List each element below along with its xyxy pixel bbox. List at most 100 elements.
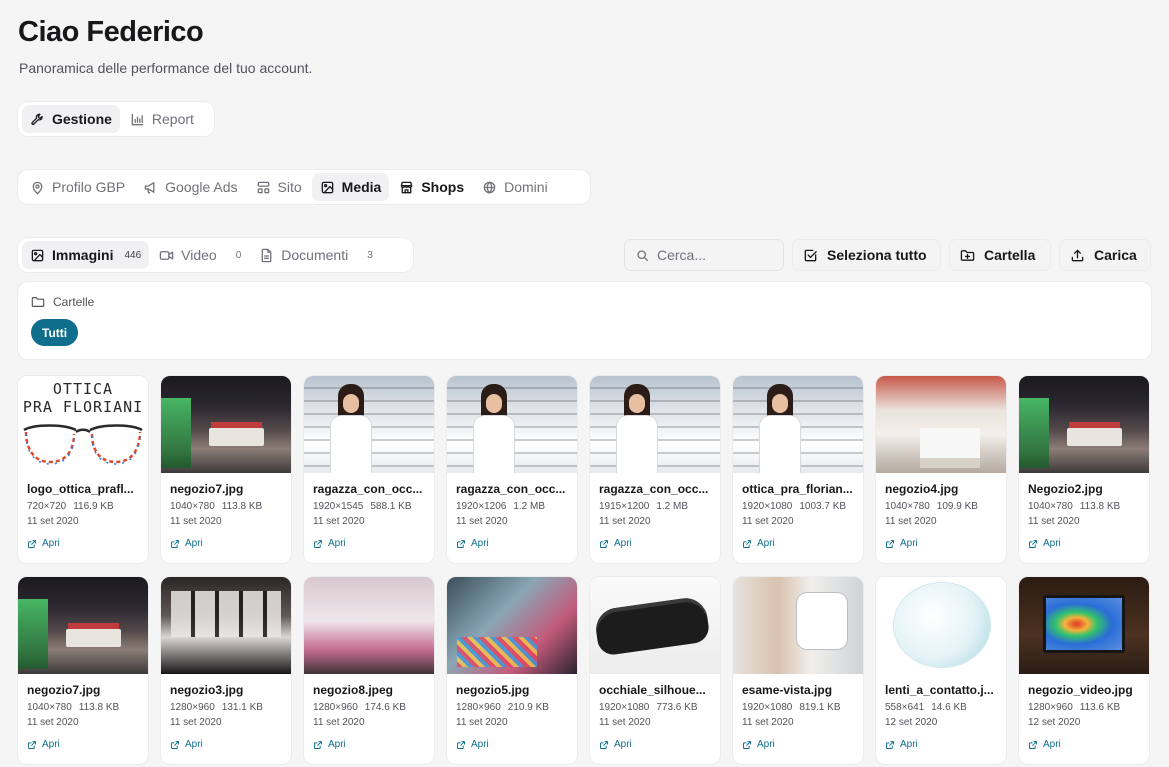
tab-label: Sito: [277, 179, 302, 195]
file-date: 11 set 2020: [313, 717, 365, 728]
tab-label: Video: [181, 247, 217, 263]
file-size: 116.9 KB: [73, 501, 114, 512]
tab-profilo-gbp[interactable]: Profilo GBP: [22, 173, 133, 201]
open-link[interactable]: Apri: [456, 538, 568, 549]
media-thumbnail[interactable]: [161, 577, 291, 674]
file-dimensions: 1280×960: [1028, 702, 1073, 713]
media-thumbnail[interactable]: [1019, 376, 1149, 473]
media-thumbnail[interactable]: [161, 376, 291, 473]
media-thumbnail[interactable]: [447, 577, 577, 674]
media-card[interactable]: negozio4.jpg 1040×780 109.9 KB 11 set 2020 A…: [876, 376, 1006, 563]
open-link[interactable]: Apri: [170, 739, 282, 750]
file-size: 131.1 KB: [221, 702, 263, 713]
media-card[interactable]: ragazza_con_occ... 1920×1545 588.1 KB 11 se…: [304, 376, 434, 563]
checkbox-icon: [803, 248, 818, 263]
tab-gestione[interactable]: Gestione: [22, 105, 120, 133]
tab-immagini[interactable]: Immagini 446: [22, 241, 150, 269]
media-thumbnail[interactable]: OTTICA PRA FLORIANI: [18, 376, 148, 473]
file-name: logo_ottica_prafl...: [27, 482, 134, 496]
open-link[interactable]: Apri: [599, 538, 711, 549]
media-thumbnail[interactable]: [18, 577, 148, 674]
file-date: 12 set 2020: [1028, 717, 1081, 728]
tab-sito[interactable]: Sito: [248, 173, 310, 201]
media-card[interactable]: OTTICA PRA FLORIANI logo_ottica_prafl... 72…: [18, 376, 148, 563]
tab-documenti[interactable]: Documenti 3: [251, 241, 380, 269]
media-card[interactable]: negozio7.jpg 1040×780 113.8 KB 11 set 2020 A…: [161, 376, 291, 563]
open-link[interactable]: Apri: [599, 739, 711, 750]
file-date: 11 set 2020: [27, 717, 79, 728]
file-dimensions: 1040×780: [170, 501, 215, 512]
media-card[interactable]: negozio3.jpg 1280×960 131.1 KB 11 set 2020 A…: [161, 577, 291, 764]
upload-button[interactable]: Carica: [1059, 239, 1151, 271]
media-card[interactable]: esame-vista.jpg 1920×1080 819.1 KB 11 set 2…: [733, 577, 863, 764]
tab-report[interactable]: Report: [122, 105, 202, 133]
tab-domini[interactable]: Domini: [474, 173, 556, 201]
media-card[interactable]: ragazza_con_occ... 1920×1206 1.2 MB 11 set …: [447, 376, 577, 563]
media-thumbnail[interactable]: [304, 376, 434, 473]
folder-chip-all[interactable]: Tutti: [31, 319, 79, 346]
file-name: occhiale_silhoue...: [599, 683, 706, 697]
new-folder-button[interactable]: Cartella: [949, 239, 1051, 271]
open-link[interactable]: Apri: [313, 739, 425, 750]
open-link[interactable]: Apri: [1028, 538, 1140, 549]
open-link[interactable]: Apri: [742, 739, 854, 750]
file-size: 14.6 KB: [931, 702, 967, 713]
file-date: 11 set 2020: [456, 516, 508, 527]
media-thumbnail[interactable]: [876, 577, 1006, 674]
media-thumbnail[interactable]: [733, 376, 863, 473]
media-card[interactable]: lenti_a_contatto.j... 558×641 14.6 KB 12 se…: [876, 577, 1006, 764]
tab-shops[interactable]: Shops: [391, 173, 472, 201]
media-card[interactable]: ottica_pra_florian... 1920×1080 1003.7 KB 1…: [733, 376, 863, 563]
tab-video[interactable]: Video 0: [151, 241, 249, 269]
media-thumbnail[interactable]: [876, 376, 1006, 473]
tab-google-ads[interactable]: Google Ads: [135, 173, 245, 201]
file-dimensions: 1040×780: [1028, 501, 1073, 512]
open-link[interactable]: Apri: [170, 538, 282, 549]
media-card[interactable]: negozio8.jpeg 1280×960 174.6 KB 11 set 2020…: [304, 577, 434, 764]
media-card[interactable]: ragazza_con_occ... 1915×1200 1.2 MB 11 set …: [590, 376, 720, 563]
file-dimensions: 1920×1080: [742, 501, 793, 512]
open-link[interactable]: Apri: [885, 739, 997, 750]
file-name: negozio3.jpg: [170, 683, 244, 697]
media-meta: Negozio2.jpg 1040×780 113.8 KB 11 set 2020 A…: [1019, 473, 1149, 549]
open-link[interactable]: Apri: [1028, 739, 1140, 750]
media-card[interactable]: Negozio2.jpg 1040×780 113.8 KB 11 set 2020 A…: [1019, 376, 1149, 563]
open-link[interactable]: Apri: [885, 538, 997, 549]
folders-header: Cartelle: [31, 295, 94, 309]
media-thumbnail[interactable]: [447, 376, 577, 473]
external-link-icon: [27, 539, 37, 549]
media-meta: lenti_a_contatto.j... 558×641 14.6 KB 12 se…: [876, 674, 1006, 750]
media-meta: negozio8.jpeg 1280×960 174.6 KB 11 set 2020…: [304, 674, 434, 750]
search-field[interactable]: [624, 239, 784, 271]
file-dimensions: 1920×1080: [742, 702, 793, 713]
media-card[interactable]: negozio_video.jpg 1280×960 113.6 KB 12 set …: [1019, 577, 1149, 764]
open-link[interactable]: Apri: [27, 538, 139, 549]
open-link[interactable]: Apri: [742, 538, 854, 549]
open-link[interactable]: Apri: [27, 739, 139, 750]
tab-media[interactable]: Media: [311, 173, 390, 201]
file-dimensions: 720×720: [27, 501, 67, 512]
file-icon: [259, 248, 274, 263]
file-name: ragazza_con_occ...: [313, 482, 423, 496]
count-badge: 3: [367, 249, 373, 261]
select-all-button[interactable]: Seleziona tutto: [792, 239, 941, 271]
button-label: Seleziona tutto: [827, 247, 927, 263]
media-thumbnail[interactable]: [590, 577, 720, 674]
file-dimensions: 1280×960: [456, 702, 501, 713]
media-thumbnail[interactable]: [590, 376, 720, 473]
open-link[interactable]: Apri: [456, 739, 568, 750]
media-card[interactable]: negozio7.jpg 1040×780 113.8 KB 11 set 2020 A…: [18, 577, 148, 764]
file-info: 1040×780 113.8 KB: [1028, 501, 1140, 512]
media-meta: occhiale_silhoue... 1920×1080 773.6 KB 11 s…: [590, 674, 720, 750]
file-size: 174.6 KB: [364, 702, 406, 713]
media-thumbnail[interactable]: [1019, 577, 1149, 674]
search-input[interactable]: [657, 247, 777, 263]
media-card[interactable]: occhiale_silhoue... 1920×1080 773.6 KB 11 s…: [590, 577, 720, 764]
media-thumbnail[interactable]: [733, 577, 863, 674]
file-info: 1920×1080 773.6 KB: [599, 702, 711, 713]
file-date: 12 set 2020: [885, 717, 938, 728]
media-thumbnail[interactable]: [304, 577, 434, 674]
tab-label: Profilo GBP: [52, 179, 126, 195]
open-link[interactable]: Apri: [313, 538, 425, 549]
media-card[interactable]: negozio5.jpg 1280×960 210.9 KB 11 set 2020 A…: [447, 577, 577, 764]
